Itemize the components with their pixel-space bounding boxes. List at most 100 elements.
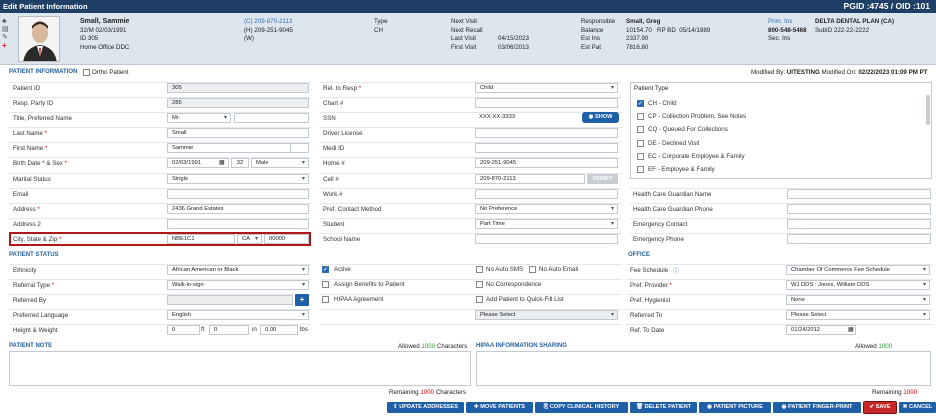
patient-type-checkbox[interactable] — [637, 152, 644, 160]
info-icon[interactable]: ⓘ — [673, 266, 679, 275]
verify-button[interactable]: VERIFY — [587, 174, 618, 184]
check-row — [320, 279, 622, 293]
office-input-4[interactable]: 01/24/2012 — [786, 325, 856, 335]
mid-input-2[interactable]: XXX-XX-3333 — [475, 113, 575, 123]
patient-type-item[interactable]: DE - Declined Visit — [648, 140, 699, 147]
field-input-8[interactable]: 2436 Grand Estates — [167, 204, 309, 214]
card-icon[interactable]: ▤ — [2, 25, 9, 33]
mid-input-5[interactable]: 209-251-9045 — [475, 158, 618, 168]
height-ft-input[interactable]: 0 — [167, 325, 200, 335]
status-input-3[interactable]: English — [167, 310, 309, 320]
mid-input-3[interactable] — [475, 128, 618, 138]
field-input-2[interactable]: Mr. — [167, 113, 231, 123]
field-input-3[interactable]: Small — [167, 128, 309, 138]
button-label: UPDATE ADDRESSES — [399, 404, 458, 410]
age-input[interactable]: 32 — [231, 158, 249, 168]
required-marker: * — [35, 205, 40, 213]
required-marker: * — [667, 281, 672, 289]
ortho-checkbox[interactable] — [83, 69, 90, 76]
avatar[interactable] — [18, 16, 60, 62]
office-input-3[interactable]: Please Select — [786, 310, 930, 320]
patient-type-item[interactable]: EC - Corporate Employee & Family — [648, 153, 745, 160]
action-button-3[interactable]: 🗑 DELETE PATIENT — [630, 402, 697, 413]
field-input-4[interactable]: Sammie — [167, 143, 309, 153]
patient-type-item[interactable]: CH - Child — [648, 100, 677, 107]
weight-input[interactable]: 0.00 — [260, 325, 298, 335]
patient-type-checkbox[interactable] — [637, 100, 644, 107]
action-button-6[interactable]: ✔ SAVE — [863, 401, 897, 414]
preferred-name-input[interactable] — [234, 113, 309, 123]
action-button-5[interactable]: ◉ PATIENT FINGER-PRINT — [773, 402, 861, 413]
calendar-icon[interactable]: ▦ — [848, 326, 854, 333]
action-button-4[interactable]: ◉ PATIENT PICTURE — [699, 402, 771, 413]
guardian-label-0: Health Care Guardian Name — [633, 190, 712, 198]
field-label-0: Patient ID — [13, 84, 41, 92]
patient-type-checkbox[interactable] — [637, 113, 644, 121]
mid-input-6[interactable]: 209-870-2113 — [475, 174, 585, 184]
patient-name[interactable]: Small, Sammie — [80, 18, 129, 27]
patient-type-checkbox[interactable] — [637, 166, 644, 173]
add-referred-by-button[interactable]: + — [295, 294, 309, 306]
mid-input-7[interactable] — [475, 189, 618, 199]
patient-note-textarea[interactable] — [9, 351, 471, 386]
guardian-input-0[interactable] — [787, 189, 931, 199]
field-input-6[interactable]: Single — [167, 174, 309, 184]
ssn-show-button[interactable]: ◉ SHOW — [582, 112, 619, 123]
cell-phone[interactable]: (C) 209-870-2113 — [244, 18, 293, 27]
office-label-0: Fee Schedule — [630, 266, 669, 274]
patient-type-item[interactable]: EF - Employee & Family — [648, 166, 715, 173]
mid-input-1[interactable] — [475, 98, 618, 108]
hipaa-textarea[interactable] — [476, 351, 931, 386]
guardian-input-3[interactable] — [787, 234, 931, 244]
balance-label: Balance — [581, 26, 604, 34]
guardian-input-2[interactable] — [787, 219, 931, 229]
guardian-input-1[interactable] — [787, 204, 931, 214]
mid-input-4[interactable] — [475, 143, 618, 153]
avatar-photo-icon — [19, 17, 59, 61]
patient-type-checkbox[interactable] — [637, 126, 644, 134]
field-input-1[interactable]: 285 — [167, 98, 309, 108]
responsible-value[interactable]: Small, Greg — [626, 18, 710, 27]
status-input-0[interactable]: African American or Black — [167, 265, 309, 275]
required-marker: * — [50, 281, 55, 289]
medical-alert-icon[interactable]: + — [2, 41, 8, 50]
office-input-1[interactable]: WJ DDS : Jones, William DDS — [786, 280, 930, 290]
status-input-2[interactable] — [167, 295, 293, 305]
show-label: SHOW — [595, 114, 613, 120]
mid-input-0[interactable]: Child — [475, 83, 618, 93]
office-input-0[interactable]: Chamber Of Commerce Fee Schedule — [786, 265, 930, 275]
mid-input-8[interactable]: No Preference — [475, 204, 618, 214]
cake-icon[interactable]: ♣ — [2, 18, 8, 25]
patient-type-item[interactable]: CP - Collection Problem, See Notes — [648, 113, 746, 120]
patient-type-item[interactable]: CQ - Queued For Collections — [648, 126, 728, 133]
office-input-2[interactable]: None — [786, 295, 930, 305]
balance-value: 10154.70 — [626, 26, 652, 34]
mid-input-9[interactable]: Part Time — [475, 219, 618, 229]
calendar-icon[interactable]: ▦ — [219, 159, 225, 166]
patient-type-checkbox[interactable] — [637, 139, 644, 147]
status-label-0: Ethnicity — [13, 266, 37, 274]
action-button-2[interactable]: ⎘ COPY CLINICAL HISTORY — [535, 402, 628, 413]
prim-ins-value: DELTA DENTAL PLAN (CA) — [815, 18, 895, 25]
clip-icon[interactable]: ✎ — [2, 33, 8, 41]
action-button-7[interactable]: ✖ CANCEL — [899, 402, 936, 413]
ortho-label: Ortho Patient — [92, 69, 129, 76]
ft-unit: ft — [201, 326, 205, 333]
check-row — [320, 264, 622, 278]
prim-ins-label[interactable]: Prim. Ins — [768, 18, 807, 27]
guardian-label-2: Emergency Contact — [633, 220, 688, 228]
sex-select[interactable]: Male — [251, 158, 309, 168]
status-input-1[interactable]: Walk-in-sign — [167, 280, 309, 290]
first-name-extra[interactable] — [290, 143, 309, 153]
patient-type-scrollbar[interactable] — [926, 95, 930, 125]
action-button-0[interactable]: ⇪ UPDATE ADDRESSES — [387, 402, 464, 413]
field-input-9[interactable] — [167, 219, 309, 229]
height-in-input[interactable]: 0 — [209, 325, 249, 335]
field-label-5: Birth Date * & Sex * — [13, 159, 68, 167]
mid-input-10[interactable] — [475, 234, 618, 244]
action-button-1[interactable]: ✚ MOVE PATIENTS — [466, 402, 533, 413]
required-marker: * — [43, 144, 48, 152]
field-input-7[interactable] — [167, 189, 309, 199]
field-input-0[interactable]: 305 — [167, 83, 309, 93]
remaining-count-2: 1000 — [903, 389, 918, 396]
